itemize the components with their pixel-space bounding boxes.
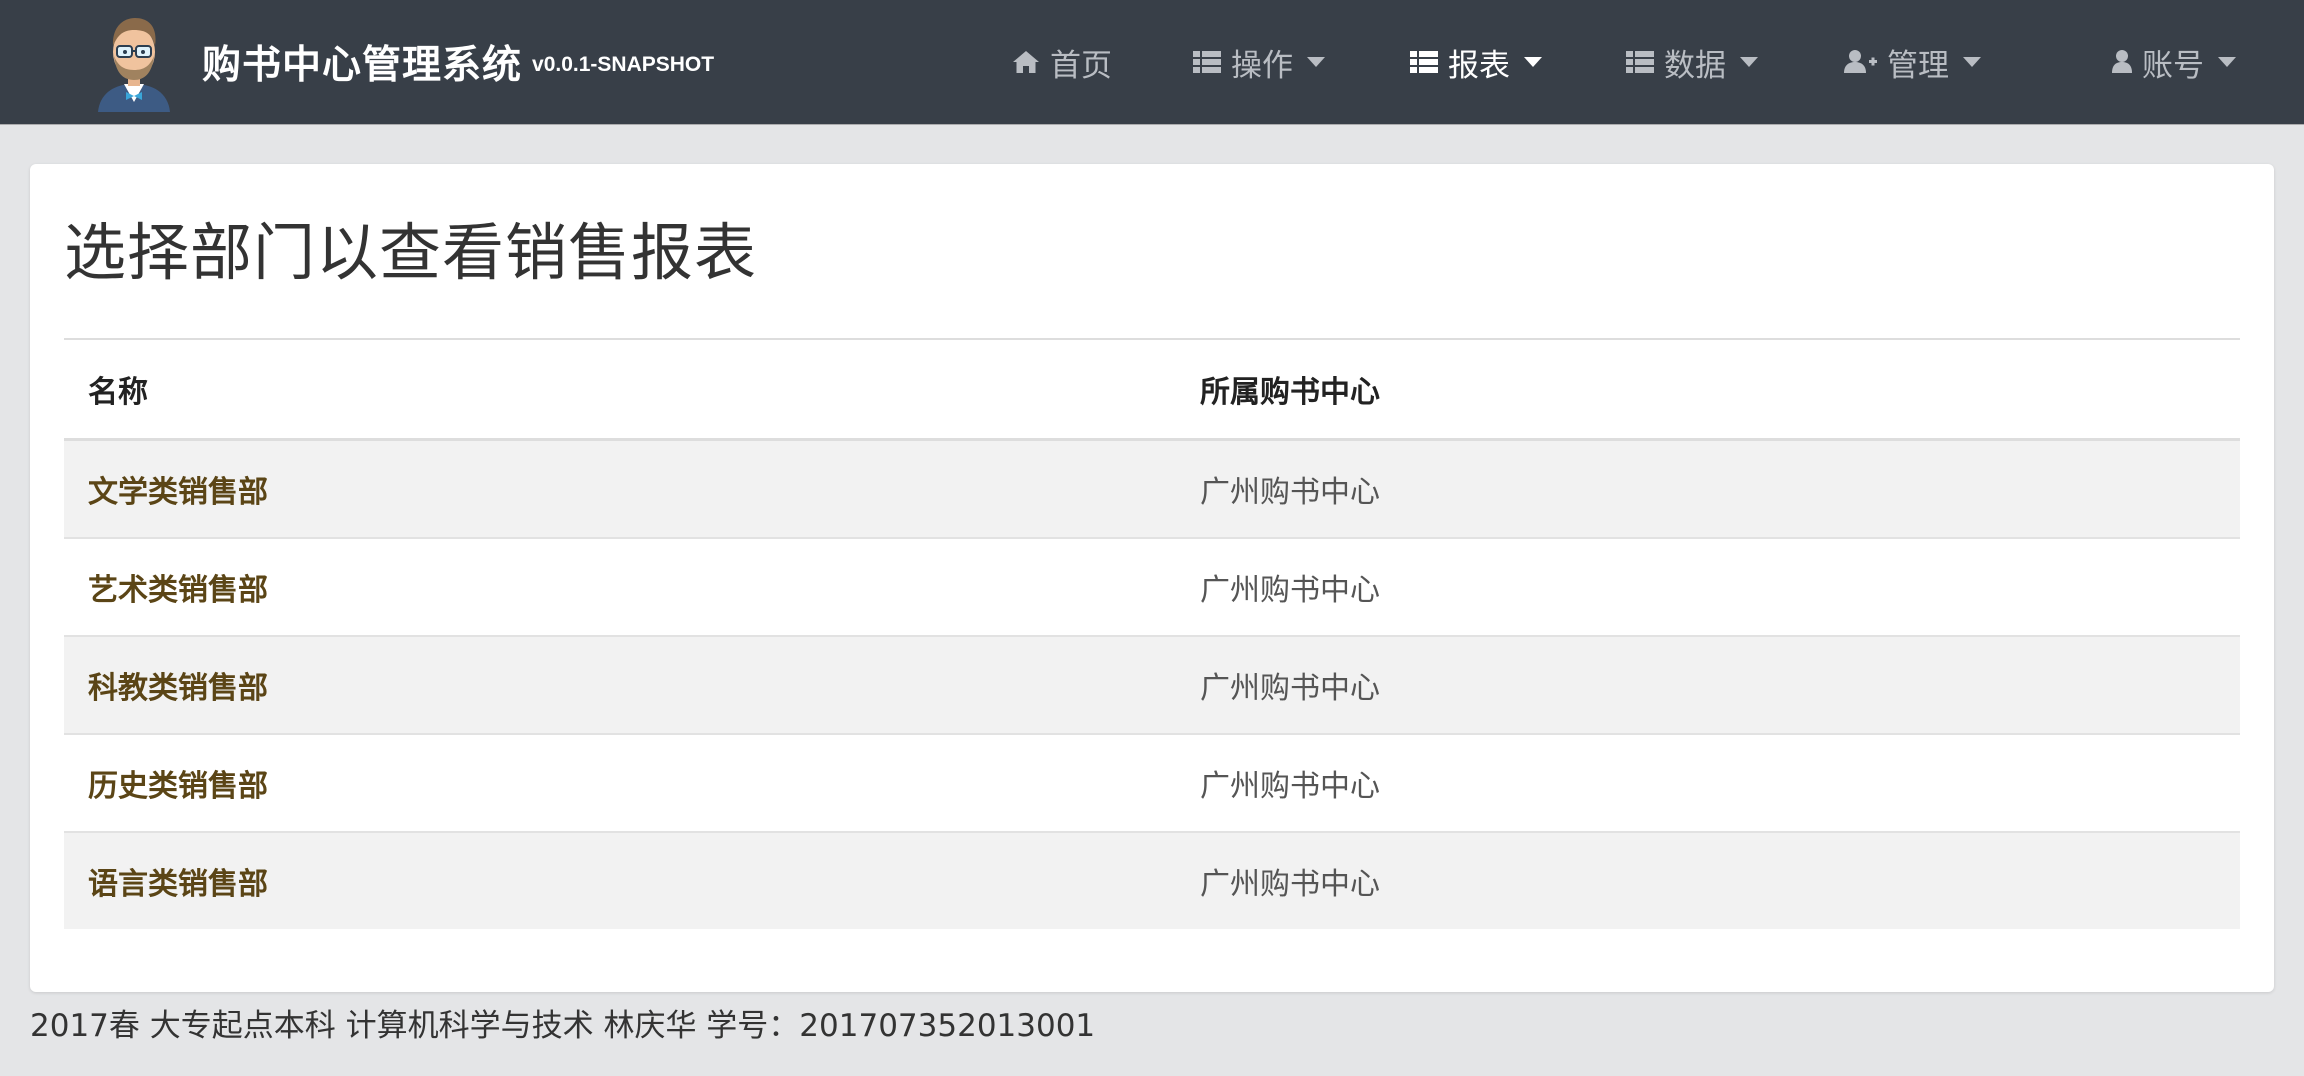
- footer-student-info: 2017春 大专起点本科 计算机科学与技术 林庆华 学号：20170735201…: [30, 1008, 1096, 1044]
- center-cell: 广州购书中心: [1176, 537, 2240, 636]
- list-icon: [1191, 46, 1223, 78]
- app-title: 购书中心管理系统: [202, 43, 523, 88]
- nav-item-data-label: 数据: [1664, 47, 1726, 84]
- table-row[interactable]: 艺术类销售部 广州购书中心: [64, 537, 2240, 636]
- user-icon: [2110, 46, 2134, 78]
- nav-item-home[interactable]: 首页: [1010, 0, 1112, 124]
- chevron-down-icon: [1307, 57, 1325, 67]
- nav-item-admin-label: 管理: [1887, 47, 1949, 84]
- chevron-down-icon: [1524, 57, 1542, 67]
- app-version: v0.0.1-SNAPSHOT: [532, 53, 715, 76]
- list-icon: [1408, 46, 1440, 78]
- column-header-center: 所属购书中心: [1176, 339, 2240, 441]
- table-row[interactable]: 科教类销售部 广州购书中心: [64, 635, 2240, 734]
- center-cell: 广州购书中心: [1176, 438, 2240, 538]
- list-icon: [1624, 46, 1656, 78]
- nav-item-data[interactable]: 数据: [1624, 0, 1758, 124]
- table-row[interactable]: 语言类销售部 广州购书中心: [64, 831, 2240, 929]
- chevron-down-icon: [1740, 57, 1758, 67]
- nav-item-operations[interactable]: 操作: [1191, 0, 1325, 124]
- table-row[interactable]: 文学类销售部 广州购书中心: [64, 438, 2240, 538]
- chevron-down-icon: [1963, 57, 1981, 67]
- page-title: 选择部门以查看销售报表: [64, 216, 758, 289]
- nav-item-admin[interactable]: 管理: [1843, 0, 1981, 124]
- user-plus-icon: [1843, 46, 1879, 78]
- brand-link[interactable]: 购书中心管理系统 v0.0.1-SNAPSHOT: [88, 12, 714, 112]
- table-row[interactable]: 历史类销售部 广州购书中心: [64, 733, 2240, 832]
- department-link[interactable]: 艺术类销售部: [64, 537, 1176, 636]
- center-cell: 广州购书中心: [1176, 831, 2240, 929]
- nav-item-home-label: 首页: [1050, 47, 1112, 84]
- avatar-logo: [98, 18, 170, 112]
- home-icon: [1010, 46, 1042, 78]
- center-cell: 广州购书中心: [1176, 733, 2240, 832]
- top-navbar: 购书中心管理系统 v0.0.1-SNAPSHOT 首页 操作 报表 数据 管理 …: [0, 0, 2304, 124]
- department-link[interactable]: 语言类销售部: [64, 831, 1176, 929]
- nav-item-operations-label: 操作: [1231, 47, 1293, 84]
- department-table: 名称 所属购书中心 文学类销售部 广州购书中心 艺术类销售部 广州购书中心 科教…: [64, 338, 2240, 929]
- main-panel: 选择部门以查看销售报表 名称 所属购书中心 文学类销售部 广州购书中心 艺术类销…: [30, 164, 2274, 992]
- department-link[interactable]: 历史类销售部: [64, 733, 1176, 832]
- table-header-row: 名称 所属购书中心: [64, 339, 2240, 441]
- column-header-name: 名称: [64, 339, 1176, 441]
- chevron-down-icon: [2218, 57, 2236, 67]
- department-link[interactable]: 文学类销售部: [64, 438, 1176, 538]
- nav-item-reports[interactable]: 报表: [1408, 0, 1542, 124]
- department-link[interactable]: 科教类销售部: [64, 635, 1176, 734]
- nav-item-account[interactable]: 账号: [2110, 0, 2236, 124]
- nav-item-reports-label: 报表: [1448, 47, 1510, 84]
- center-cell: 广州购书中心: [1176, 635, 2240, 734]
- nav-item-account-label: 账号: [2142, 47, 2204, 84]
